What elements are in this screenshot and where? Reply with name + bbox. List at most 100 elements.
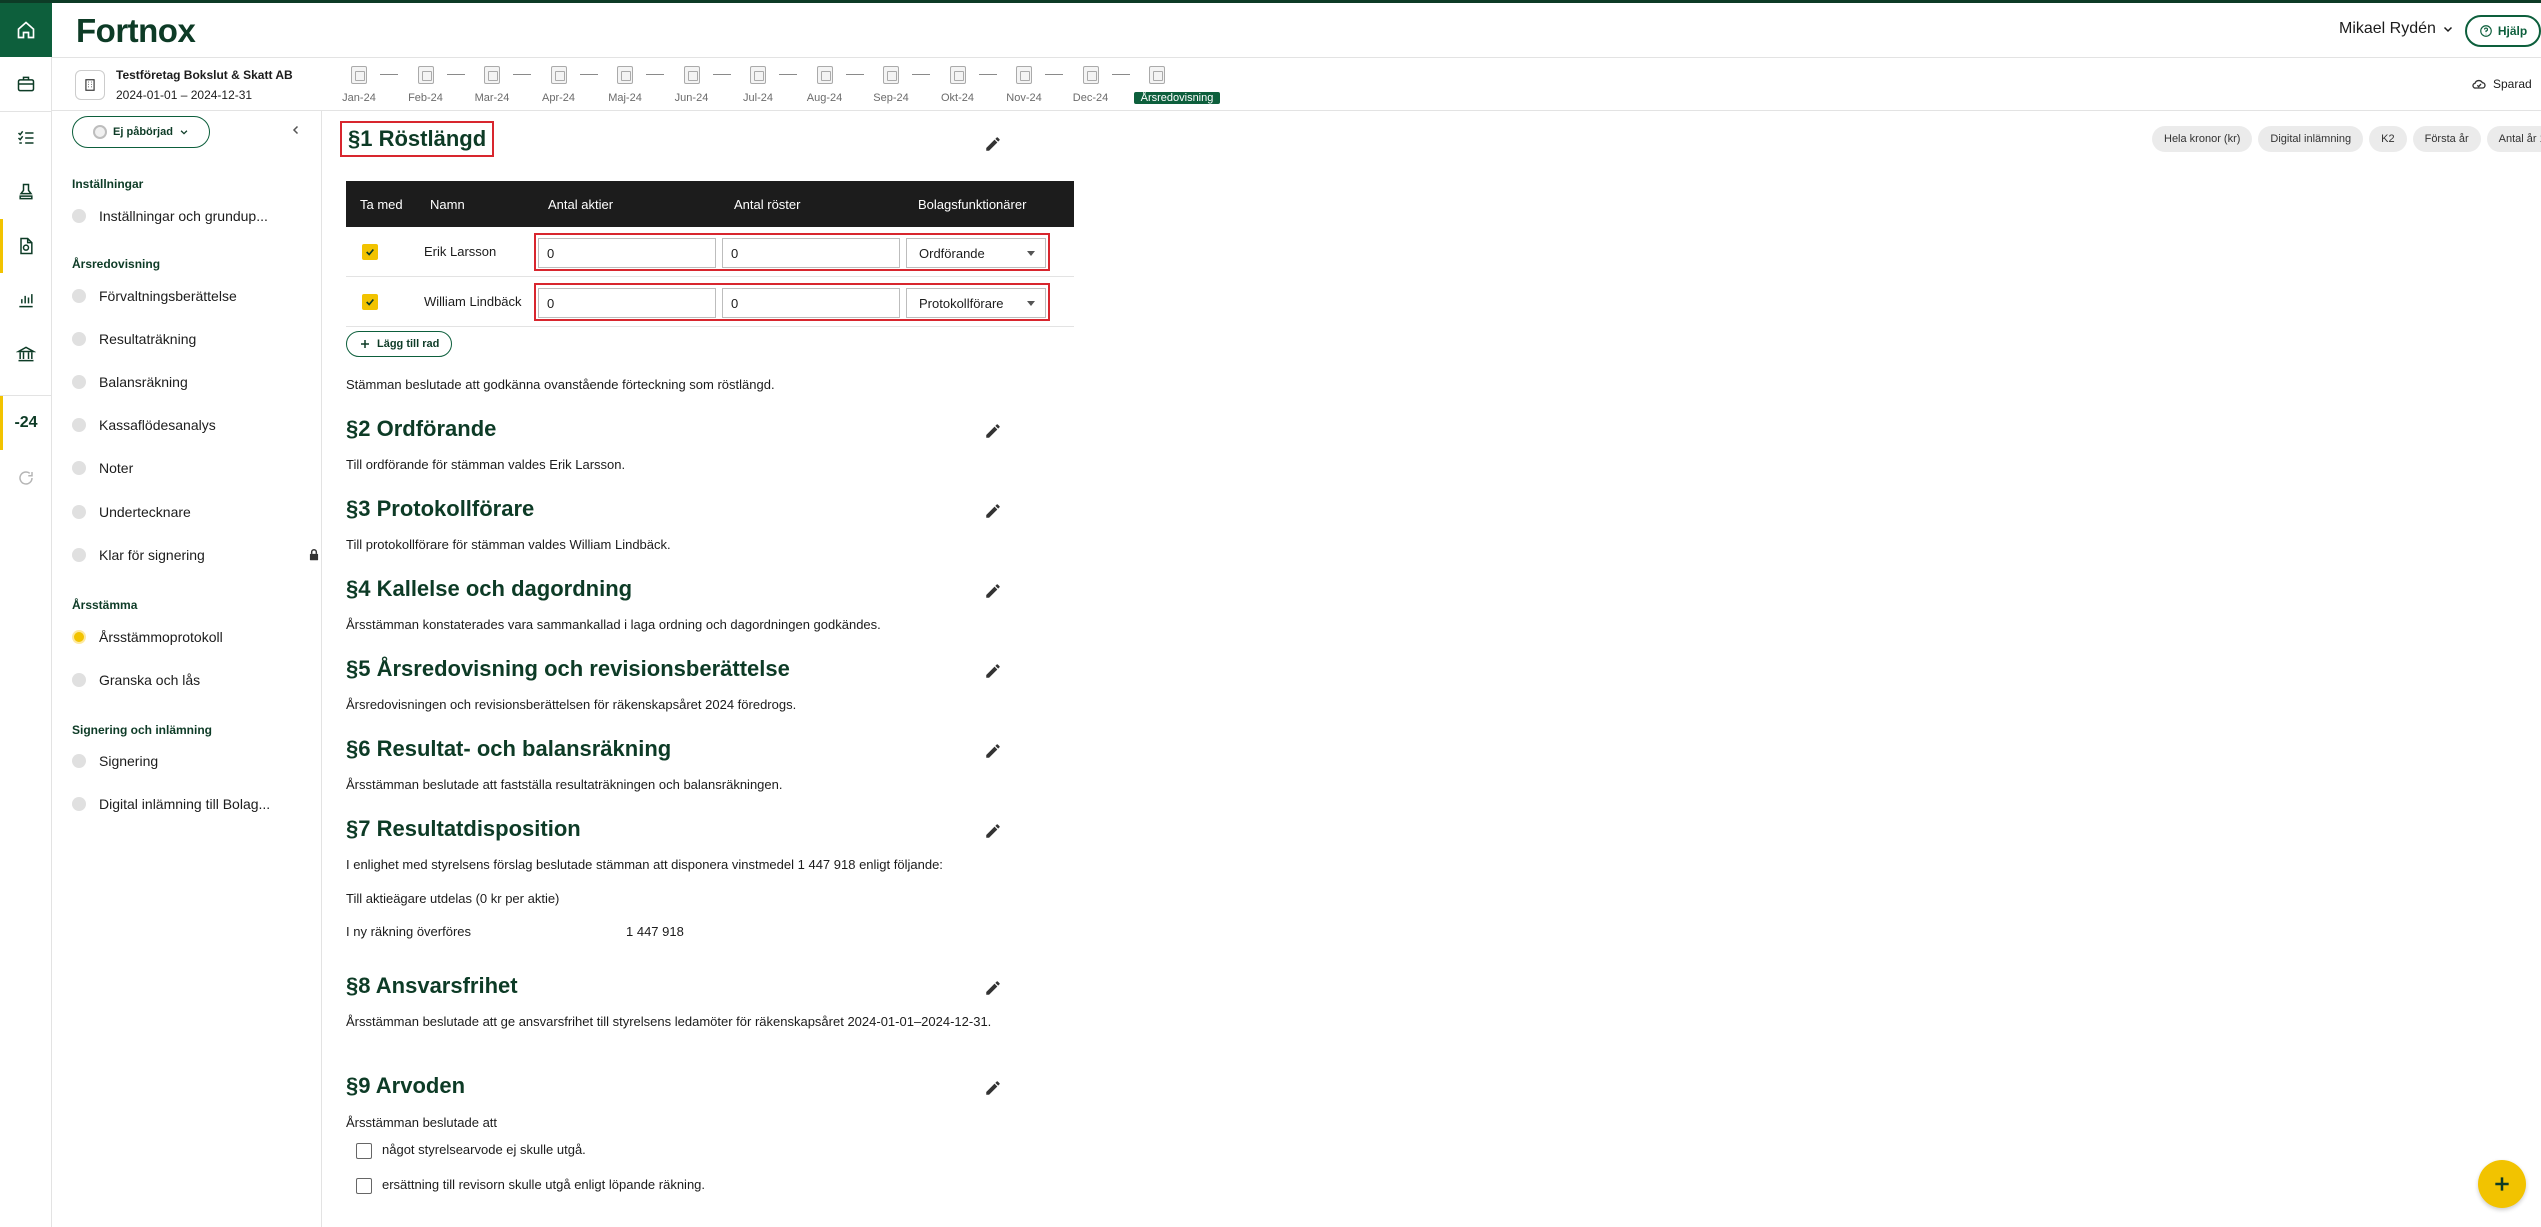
month-label: Feb-24 <box>408 92 443 104</box>
section-9-title: §9 Arvoden <box>346 1073 466 1098</box>
month-label: Jun-24 <box>674 92 709 104</box>
refresh-button[interactable] <box>0 451 52 505</box>
top-header: Fortnox Mikael Rydén Hjälp <box>52 3 2541 57</box>
step-dot-icon <box>72 548 86 562</box>
chip-forsta-ar[interactable]: Första år <box>2412 126 2481 152</box>
nav-item-resultatrakning[interactable]: Resultaträkning <box>72 327 322 351</box>
section-7-text: I enlighet med styrelsens förslag beslut… <box>346 857 943 872</box>
antal-roster-input[interactable] <box>722 238 900 268</box>
bolagsfunktion-select[interactable]: Ordförande <box>906 238 1046 268</box>
bolagsfunktion-select[interactable]: Protokollförare <box>906 288 1046 318</box>
fiscal-year-label: -24 <box>14 414 38 431</box>
month-10[interactable]: Nov-24 <box>1001 62 1063 108</box>
nav-item-forvaltningsberattelse[interactable]: Förvaltningsberättelse <box>72 284 322 308</box>
month-document-icon <box>550 66 567 84</box>
edit-section-6-icon[interactable] <box>984 742 1002 760</box>
antal-aktier-input[interactable] <box>538 288 716 318</box>
antal-roster-input[interactable] <box>722 288 900 318</box>
section-3-title: §3 Protokollförare <box>346 496 535 521</box>
help-icon <box>2479 25 2492 37</box>
month-0[interactable]: Jan-24 <box>336 62 398 108</box>
user-menu[interactable]: Mikael Rydén <box>2339 20 2454 38</box>
month-7[interactable]: Aug-24 <box>802 62 864 108</box>
timeline-connector <box>380 74 398 75</box>
briefcase-button[interactable] <box>0 57 52 111</box>
nav-item-signering[interactable]: Signering <box>72 749 322 773</box>
timeline-connector <box>646 74 664 75</box>
month-8[interactable]: Sep-24 <box>868 62 930 108</box>
month-11[interactable]: Dec-24 <box>1068 62 1130 108</box>
report-button[interactable] <box>0 219 52 273</box>
month-document-icon <box>1149 66 1165 84</box>
stamp-button[interactable] <box>0 165 52 219</box>
chip-k2[interactable]: K2 <box>2369 126 2407 152</box>
edit-section-5-icon[interactable] <box>984 662 1002 680</box>
section-5-title: §5 Årsredovisning och revisionsberättels… <box>346 656 790 681</box>
help-label: Hjälp <box>2497 24 2528 38</box>
chip-hela-kronor[interactable]: Hela kronor (kr) <box>2152 126 2253 152</box>
nav-item-klar-for-signering[interactable]: Klar för signering <box>72 543 322 567</box>
row-name: Erik Larsson <box>424 244 497 259</box>
status-label: Ej påbörjad <box>113 126 173 138</box>
month-3[interactable]: Apr-24 <box>536 62 598 108</box>
include-checkbox[interactable] <box>362 244 378 260</box>
month-document-icon <box>816 66 833 84</box>
month-1[interactable]: Feb-24 <box>403 62 465 108</box>
section-4-text: Årsstämman konstaterades vara sammankall… <box>346 617 881 632</box>
chip-antal-ar[interactable]: Antal år 1 <box>2486 126 2541 152</box>
home-button[interactable] <box>0 3 52 57</box>
timeline-connector <box>712 74 731 75</box>
month-document-icon <box>417 66 434 84</box>
col-antal-roster: Antal röster <box>734 197 801 212</box>
arvode-option-1-label: något styrelsearvode ej skulle utgå. <box>382 1142 586 1157</box>
nav-item-kassaflodesanalys[interactable]: Kassaflödesanalys <box>72 413 322 437</box>
fiscal-year-button[interactable]: -24 <box>0 396 52 450</box>
nav-item-noter[interactable]: Noter <box>72 456 322 480</box>
edit-section-4-icon[interactable] <box>984 582 1002 600</box>
add-fab-button[interactable] <box>2478 1160 2526 1208</box>
arvode-option-1-checkbox[interactable] <box>356 1143 372 1159</box>
nav-item-installningar[interactable]: Inställningar och grundup... <box>72 204 322 228</box>
status-dot-icon <box>93 125 108 139</box>
step-dot-icon <box>72 754 86 768</box>
month-12[interactable]: Årsredovisning <box>1134 62 1220 108</box>
nav-item-balansrakning[interactable]: Balansräkning <box>72 370 322 394</box>
edit-section-7-icon[interactable] <box>984 822 1002 840</box>
collapse-sidebar-button[interactable] <box>290 123 302 141</box>
checklist-button[interactable] <box>0 111 52 165</box>
nav-item-digital-inlamning[interactable]: Digital inlämning till Bolag... <box>72 792 322 816</box>
month-9[interactable]: Okt-24 <box>935 62 997 108</box>
month-2[interactable]: Mar-24 <box>469 62 531 108</box>
status-dropdown[interactable]: Ej påbörjad <box>72 116 210 148</box>
step-dot-icon <box>72 289 86 303</box>
edit-section-8-icon[interactable] <box>984 979 1002 997</box>
chip-digital-inlamning[interactable]: Digital inlämning <box>2258 126 2364 152</box>
company-bar: Testföretag Bokslut & Skatt AB 2024-01-0… <box>52 57 2541 111</box>
bank-button[interactable] <box>0 327 52 381</box>
add-row-button[interactable]: Lägg till rad <box>346 331 453 357</box>
nav-item-arsstammoprotokoll[interactable]: Årsstämmoprotokoll <box>72 625 322 649</box>
month-4[interactable]: Maj-24 <box>602 62 664 108</box>
edit-section-2-icon[interactable] <box>984 422 1002 440</box>
month-label: Maj-24 <box>608 92 642 104</box>
fortnox-logo[interactable]: Fortnox <box>76 12 196 50</box>
row-inputs-highlight: Ordförande <box>534 233 1050 271</box>
timeline-connector <box>513 74 531 75</box>
antal-aktier-input[interactable] <box>538 238 716 268</box>
nav-item-undertecknare[interactable]: Undertecknare <box>72 500 322 524</box>
month-6[interactable]: Jul-24 <box>735 62 797 108</box>
chart-button[interactable] <box>0 273 52 327</box>
company-name: Testföretag Bokslut & Skatt AB <box>116 68 293 82</box>
company-switch-button[interactable] <box>75 70 105 100</box>
edit-section-1-icon[interactable] <box>984 135 1002 153</box>
month-document-icon <box>351 66 367 84</box>
edit-section-9-icon[interactable] <box>984 1079 1002 1097</box>
month-5[interactable]: Jun-24 <box>669 62 731 108</box>
nav-item-granska-och-las[interactable]: Granska och lås <box>72 668 322 692</box>
include-checkbox[interactable] <box>362 294 378 310</box>
arvode-option-2-checkbox[interactable] <box>356 1178 372 1194</box>
nav-group-installningar: Inställningar <box>72 177 144 191</box>
user-name: Mikael Rydén <box>2339 20 2436 37</box>
edit-section-3-icon[interactable] <box>984 502 1002 520</box>
help-button[interactable]: Hjälp <box>2465 15 2541 47</box>
